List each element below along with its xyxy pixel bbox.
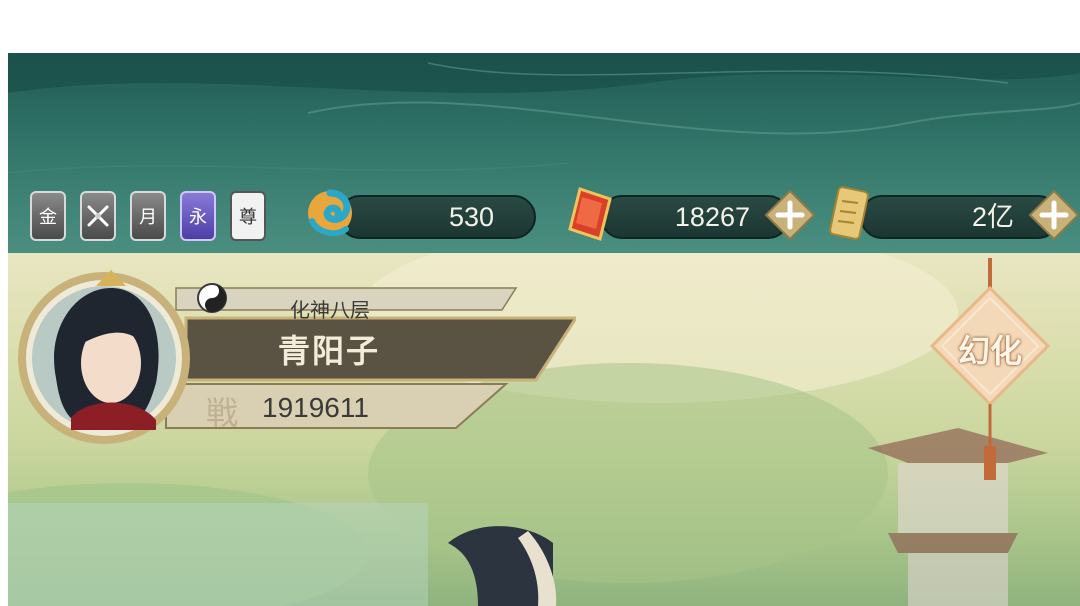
rank-badge-label: 金 [39, 207, 57, 228]
player-profile-card[interactable]: 化神八层 青阳子 戦 1919611 [16, 268, 576, 458]
red-gem-counter: 18267 [600, 195, 790, 239]
rank-badge-moon[interactable]: 月 [130, 191, 166, 241]
game-screen: 金 月 永 尊 530 18267 2亿 化神八层 青阳子 戦 1919611 … [8, 53, 1080, 606]
rank-badge-gold[interactable]: 金 [30, 191, 66, 241]
rank-badge-label: 尊 [239, 207, 257, 228]
rank-badge-supreme[interactable]: 尊 [230, 191, 266, 241]
spirit-jade-value: 530 [448, 202, 494, 232]
rank-badge-label: 月 [139, 207, 157, 228]
power-label: 戦 [206, 394, 239, 432]
add-gold-scroll-button[interactable] [1028, 189, 1080, 241]
transform-button-label: 幻化 [957, 332, 1022, 370]
swirl-orb-icon [308, 189, 352, 237]
transform-button[interactable]: 幻化 [924, 258, 1054, 483]
spirit-jade-counter: 530 [338, 195, 536, 239]
gold-scroll-value: 2亿 [971, 202, 1014, 232]
crossed-swords-icon [87, 205, 109, 227]
add-red-gem-button[interactable] [764, 189, 816, 241]
player-realm-label: 化神八层 [290, 298, 370, 322]
player-name: 青阳子 [278, 332, 381, 370]
top-resource-bar: 金 月 永 尊 530 18267 2亿 [8, 53, 1080, 253]
rank-badge-eternal[interactable]: 永 [180, 191, 216, 241]
red-gem-value: 18267 [674, 202, 750, 232]
red-crystal-icon [568, 187, 612, 241]
rank-badge-label: 永 [189, 207, 207, 228]
combat-power-value: 1919611 [262, 392, 369, 423]
rank-badge-swords[interactable] [80, 191, 116, 241]
gold-scroll-icon [829, 186, 869, 240]
